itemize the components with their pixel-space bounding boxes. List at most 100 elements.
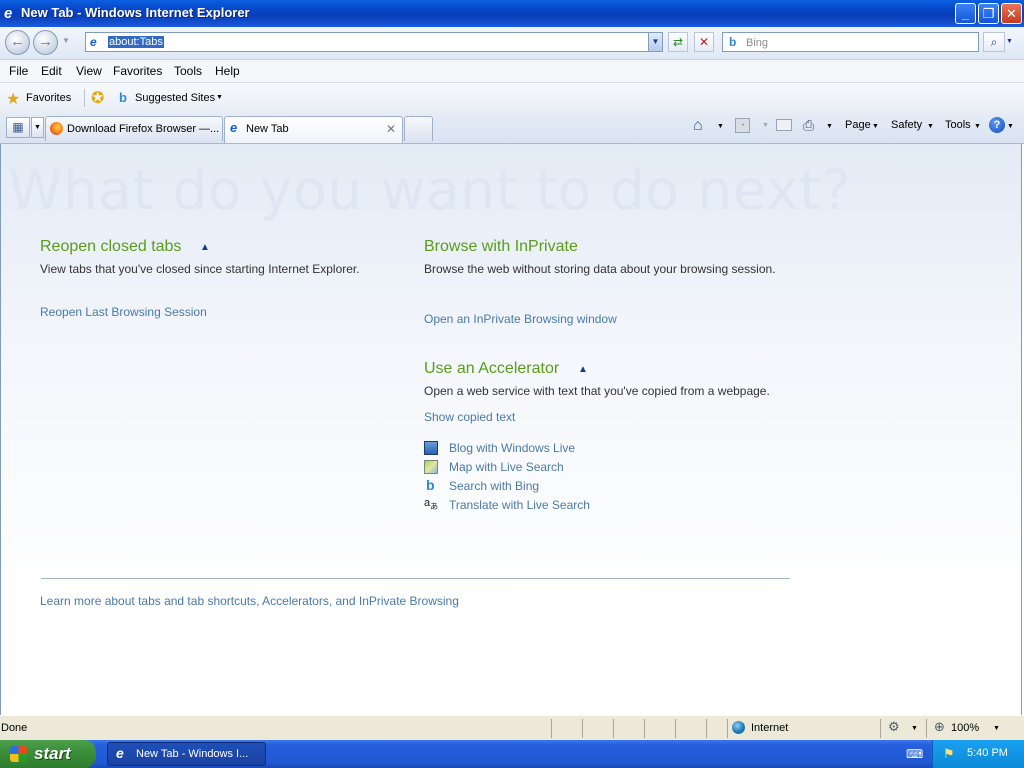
suggested-sites-button[interactable]: Suggested Sites [135, 92, 215, 104]
collapse-caret-icon[interactable]: ▲ [578, 364, 588, 375]
help-icon[interactable]: ? [989, 117, 1005, 133]
print-icon[interactable]: ⎙ [803, 117, 814, 134]
favorites-bar: ★ Favorites ✪ b Suggested Sites ▼ [0, 83, 1024, 113]
ie-logo-icon: e [116, 745, 124, 761]
feeds-icon[interactable]: ◔ [735, 118, 750, 133]
tools-chevron-icon[interactable]: ▼ [974, 123, 981, 130]
search-options-chevron-icon[interactable]: ▼ [1006, 38, 1013, 45]
reopen-section-title: Reopen closed tabs [40, 238, 182, 255]
chevron-down-icon[interactable]: ▼ [911, 725, 918, 732]
menu-bar: File Edit View Favorites Tools Help [0, 60, 1024, 83]
separator [84, 89, 85, 107]
start-label: start [34, 744, 71, 763]
page-headline: What do you want to do next? [8, 158, 851, 222]
tab-new-tab[interactable]: e New Tab ✕ [224, 116, 403, 143]
firefox-icon [50, 122, 63, 135]
accelerator-description: Open a web service with text that you've… [424, 384, 770, 398]
clock[interactable]: 5:40 PM [967, 747, 1008, 759]
back-button[interactable]: ← [5, 30, 30, 55]
separator [706, 719, 707, 738]
page-content: What do you want to do next? Reopen clos… [0, 144, 1022, 715]
search-button[interactable]: ⌕ [983, 32, 1005, 52]
forward-button[interactable]: → [33, 30, 58, 55]
safety-menu-button[interactable]: Safety [891, 119, 922, 131]
address-bar[interactable]: e about:Tabs [85, 32, 663, 52]
keyboard-icon[interactable]: ⌨ [906, 747, 923, 761]
minimize-button[interactable]: _ [955, 3, 976, 24]
security-zone-label[interactable]: Internet [751, 722, 788, 734]
menu-tools[interactable]: Tools [174, 64, 202, 78]
separator [880, 719, 881, 738]
mail-icon[interactable] [776, 119, 792, 131]
add-to-favorites-icon[interactable]: ✪ [91, 88, 104, 108]
reopen-description: View tabs that you've closed since start… [40, 262, 360, 276]
system-tray: ⚑ 5:40 PM [932, 740, 1024, 768]
separator [551, 719, 552, 738]
quick-tabs-icon[interactable]: ▦ [6, 117, 30, 138]
status-bar: Done Internet ⚙ ▼ ⊕ 100% ▼ [0, 715, 1024, 741]
network-icon[interactable]: ⚑ [943, 746, 955, 762]
menu-help[interactable]: Help [215, 64, 240, 78]
chevron-down-icon[interactable]: ▼ [216, 94, 223, 101]
separator [613, 719, 614, 738]
bing-icon: b [119, 90, 127, 105]
help-chevron-icon[interactable]: ▼ [1007, 123, 1014, 130]
search-field[interactable]: b Bing [722, 32, 979, 52]
home-icon[interactable]: ⌂ [693, 117, 703, 135]
windows-logo-icon [10, 746, 27, 762]
translate-icon: aあ [424, 497, 439, 512]
maximize-button[interactable]: ❐ [978, 3, 999, 24]
safety-chevron-icon[interactable]: ▼ [927, 123, 934, 130]
protected-mode-icon[interactable]: ⚙ [888, 719, 900, 735]
menu-edit[interactable]: Edit [41, 64, 62, 78]
page-menu-button[interactable]: Page [845, 119, 871, 131]
zoom-chevron-icon[interactable]: ▼ [993, 725, 1000, 732]
menu-favorites[interactable]: Favorites [113, 64, 162, 78]
open-inprivate-link[interactable]: Open an InPrivate Browsing window [424, 312, 617, 326]
print-chevron-icon[interactable]: ▼ [826, 123, 833, 130]
menu-view[interactable]: View [76, 64, 102, 78]
accelerator-blog-link[interactable]: Blog with Windows Live [449, 441, 575, 455]
tab-list-chevron-icon[interactable]: ▼ [31, 117, 44, 138]
accelerator-section-title: Use an Accelerator [424, 360, 560, 377]
inprivate-section-title: Browse with InPrivate [424, 238, 578, 255]
favorites-button[interactable]: Favorites [26, 92, 71, 104]
accelerator-translate-link[interactable]: Translate with Live Search [449, 498, 590, 512]
map-icon [424, 460, 438, 474]
new-tab-button[interactable] [404, 116, 433, 141]
menu-file[interactable]: File [9, 64, 28, 78]
title-bar[interactable]: e New Tab - Windows Internet Explorer _ … [0, 0, 1024, 27]
separator [926, 719, 927, 738]
bing-icon: b [729, 35, 737, 49]
accelerator-map-link[interactable]: Map with Live Search [449, 460, 564, 474]
recent-pages-chevron-icon[interactable]: ▼ [62, 36, 70, 45]
address-toolbar: ← → ▼ e about:Tabs ▼ ⇄ ✕ b Bing ⌕ ▼ [0, 27, 1024, 60]
inprivate-description: Browse the web without storing data abou… [424, 262, 776, 276]
collapse-caret-icon[interactable]: ▲ [200, 242, 210, 253]
bing-icon: b [426, 477, 435, 493]
search-input[interactable]: Bing [746, 37, 768, 49]
taskbar-ie-button[interactable]: e New Tab - Windows I... [107, 742, 266, 766]
refresh-button[interactable]: ⇄ [668, 32, 688, 52]
tools-menu-button[interactable]: Tools [945, 119, 971, 131]
close-button[interactable]: ✕ [1001, 3, 1022, 24]
learn-more-link[interactable]: Learn more about tabs and tab shortcuts,… [40, 594, 459, 608]
show-copied-text-link[interactable]: Show copied text [424, 410, 515, 424]
separator [582, 719, 583, 738]
address-input[interactable]: about:Tabs [108, 36, 164, 48]
tab-label: Download Firefox Browser —... [67, 123, 220, 135]
start-button[interactable]: start [0, 740, 96, 768]
reopen-last-session-link[interactable]: Reopen Last Browsing Session [40, 305, 207, 319]
zoom-level[interactable]: 100% [951, 722, 979, 734]
zoom-icon[interactable]: ⊕ [934, 719, 945, 735]
internet-zone-icon [732, 721, 745, 734]
close-tab-icon[interactable]: ✕ [386, 122, 396, 136]
feeds-chevron-icon[interactable]: ▼ [762, 122, 769, 129]
home-chevron-icon[interactable]: ▼ [717, 123, 724, 130]
page-chevron-icon[interactable]: ▼ [872, 123, 879, 130]
address-dropdown-icon[interactable]: ▼ [648, 32, 663, 52]
tab-firefox[interactable]: Download Firefox Browser —... [45, 116, 223, 141]
accelerator-search-link[interactable]: Search with Bing [449, 479, 539, 493]
stop-button[interactable]: ✕ [694, 32, 714, 52]
separator [644, 719, 645, 738]
